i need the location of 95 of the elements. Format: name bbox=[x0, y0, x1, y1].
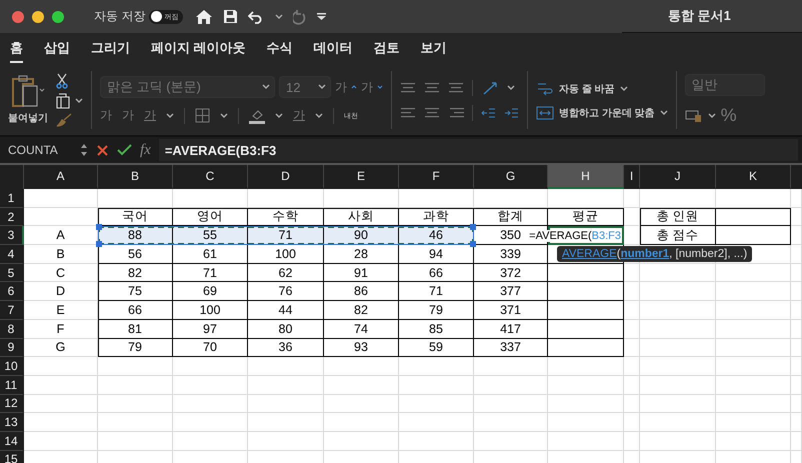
table-cell: 합계 bbox=[474, 208, 548, 226]
table-cell: 영어 bbox=[173, 208, 248, 226]
row-header[interactable]: 13 bbox=[0, 413, 24, 432]
table-cell: 339 bbox=[474, 245, 548, 264]
ribbon-tab[interactable]: 홈 bbox=[10, 37, 23, 63]
window-title: 통합 문서1 bbox=[668, 7, 731, 25]
row-header[interactable]: 6 bbox=[0, 282, 24, 302]
table-cell: 75 bbox=[98, 282, 173, 302]
table-cell: 76 bbox=[248, 282, 324, 302]
name-box[interactable]: COUNTA bbox=[8, 143, 58, 157]
cell-formula-text: =AVERAGE(B3:F3 bbox=[529, 230, 621, 242]
table-cell: 80 bbox=[248, 320, 324, 338]
table-cell: 44 bbox=[248, 301, 324, 320]
table-cell: B bbox=[24, 245, 98, 264]
ribbon-tab[interactable]: 수식 bbox=[266, 37, 293, 63]
wrap-text-button[interactable]: 자동 줄 바꿈 bbox=[559, 82, 615, 96]
row-header[interactable]: 14 bbox=[0, 432, 24, 451]
column-header[interactable]: H bbox=[548, 165, 624, 189]
table-cell: 59 bbox=[399, 338, 474, 358]
column-header[interactable]: A bbox=[24, 165, 98, 189]
table-cell: 82 bbox=[98, 264, 173, 282]
table-cell: 69 bbox=[173, 282, 248, 302]
row-header[interactable]: 2 bbox=[0, 208, 24, 226]
table-cell: 93 bbox=[324, 338, 399, 358]
row-header[interactable]: 10 bbox=[0, 357, 24, 376]
table-cell: D bbox=[24, 282, 98, 302]
ribbon-tab[interactable]: 보기 bbox=[420, 37, 447, 63]
table-cell: 71 bbox=[399, 282, 474, 302]
row-header[interactable]: 7 bbox=[0, 301, 24, 320]
paste-label[interactable]: 붙여넣기 bbox=[8, 111, 48, 125]
ribbon-tab[interactable]: 삽입 bbox=[44, 37, 70, 63]
table-cell: 총 점수 bbox=[640, 226, 716, 246]
table-cell: 71 bbox=[173, 264, 248, 282]
table-cell: 총 인원 bbox=[640, 208, 716, 226]
table-cell: 66 bbox=[399, 264, 474, 282]
column-header[interactable]: G bbox=[474, 165, 548, 189]
table-cell: 82 bbox=[324, 301, 399, 320]
table-cell: 97 bbox=[173, 320, 248, 338]
table-cell: 85 bbox=[399, 320, 474, 338]
table-cell: 100 bbox=[248, 245, 324, 264]
row-header[interactable]: 4 bbox=[0, 245, 24, 264]
autosave-label: 자동 저장 bbox=[94, 8, 146, 25]
column-header[interactable]: K bbox=[716, 165, 791, 189]
table-cell: 371 bbox=[474, 301, 548, 320]
ribbon-tab[interactable]: 검토 bbox=[374, 37, 400, 63]
table-cell: 70 bbox=[173, 338, 248, 358]
table-cell: 36 bbox=[248, 338, 324, 358]
table-cell: 79 bbox=[399, 301, 474, 320]
row-header[interactable]: 9 bbox=[0, 338, 24, 358]
table-cell: 86 bbox=[324, 282, 399, 302]
ribbon-tab[interactable]: 그리기 bbox=[91, 37, 130, 63]
table-cell: G bbox=[24, 338, 98, 358]
table-cell: 79 bbox=[98, 338, 173, 358]
tooltip-text: , [number2], ...) bbox=[669, 248, 748, 260]
table-cell: E bbox=[24, 301, 98, 320]
table-cell: 66 bbox=[98, 301, 173, 320]
column-header[interactable]: J bbox=[640, 165, 716, 189]
argument-link[interactable]: number1 bbox=[620, 248, 670, 260]
row-header[interactable]: 11 bbox=[0, 376, 24, 395]
table-cell: 100 bbox=[173, 301, 248, 320]
ribbon-tab[interactable]: 페이지 레이아웃 bbox=[151, 37, 246, 63]
table-cell: 수학 bbox=[248, 208, 324, 226]
table-cell: 377 bbox=[474, 282, 548, 302]
row-header[interactable]: 1 bbox=[0, 189, 24, 208]
table-cell: 372 bbox=[474, 264, 548, 282]
row-header[interactable]: 5 bbox=[0, 264, 24, 282]
table-cell: 417 bbox=[474, 320, 548, 338]
table-cell: 81 bbox=[98, 320, 173, 338]
table-cell: 61 bbox=[173, 245, 248, 264]
row-header[interactable]: 12 bbox=[0, 394, 24, 414]
column-header[interactable]: D bbox=[248, 165, 324, 189]
ribbon-tab[interactable]: 데이터 bbox=[314, 37, 353, 63]
table-cell: 국어 bbox=[98, 208, 173, 226]
table-cell: 337 bbox=[474, 338, 548, 358]
table-cell: 사회 bbox=[324, 208, 399, 226]
column-header[interactable]: B bbox=[98, 165, 173, 189]
table-cell: C bbox=[24, 264, 98, 282]
column-header[interactable]: C bbox=[173, 165, 248, 189]
row-header[interactable]: 3 bbox=[0, 226, 24, 246]
tooltip-text: ( bbox=[616, 248, 621, 260]
table-cell: F bbox=[24, 320, 98, 338]
table-cell: 과학 bbox=[399, 208, 474, 226]
column-header[interactable]: E bbox=[324, 165, 399, 189]
insert-function-button[interactable]: fx bbox=[140, 142, 151, 158]
function-link[interactable]: AVERAGE bbox=[562, 248, 617, 260]
table-cell: 평균 bbox=[548, 208, 624, 226]
table-cell: 74 bbox=[324, 320, 399, 338]
table-cell: 91 bbox=[324, 264, 399, 282]
formula-field[interactable]: =AVERAGE(B3:F3 bbox=[158, 139, 798, 161]
table-cell: 28 bbox=[324, 245, 399, 264]
table-cell: 62 bbox=[248, 264, 324, 282]
merge-center-button[interactable]: 병합하고 가운데 맞춤 bbox=[559, 106, 655, 120]
column-header[interactable]: I bbox=[624, 165, 640, 189]
row-header[interactable]: 8 bbox=[0, 320, 24, 338]
column-header[interactable]: F bbox=[399, 165, 474, 189]
